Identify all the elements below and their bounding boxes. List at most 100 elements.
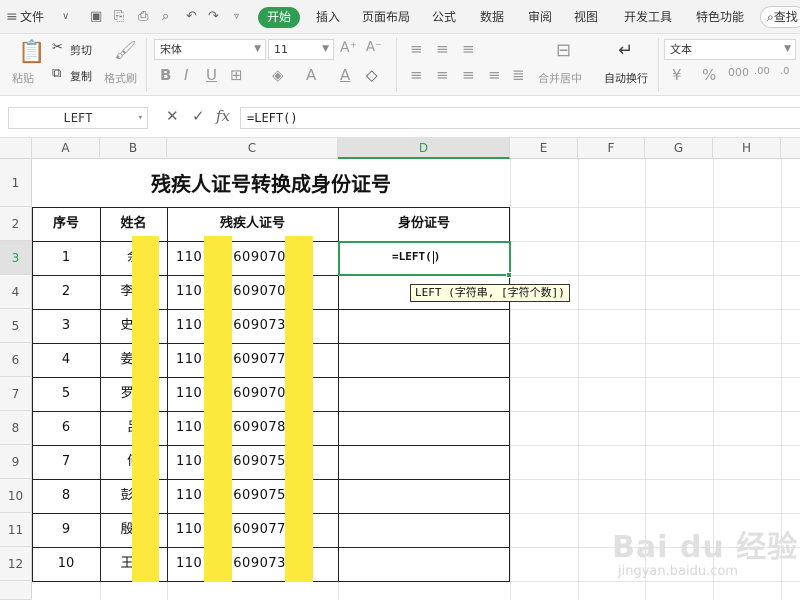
paste-label[interactable]: 粘贴 <box>12 70 34 86</box>
increase-font-icon[interactable]: A⁺ <box>340 40 357 56</box>
tab-start[interactable]: 开始 <box>258 7 300 28</box>
tab-developer[interactable]: 开发工具 <box>624 8 672 25</box>
column-header-f[interactable]: F <box>578 138 645 159</box>
cell-seq[interactable]: 8 <box>32 479 100 513</box>
copy-button[interactable]: 复制 <box>70 68 92 84</box>
increase-decimal-icon[interactable]: .00 <box>754 66 770 77</box>
font-color-icon[interactable]: A <box>306 66 316 84</box>
formula-input[interactable]: =LEFT() <box>240 107 800 129</box>
justify-icon[interactable]: ≡ <box>488 66 501 84</box>
column-header-a[interactable]: A <box>32 138 100 159</box>
format-painter-icon[interactable]: 🖌 <box>114 40 137 61</box>
name-box[interactable]: LEFT ▾ <box>8 107 148 129</box>
underline-icon[interactable]: U <box>206 66 217 84</box>
column-header-e[interactable]: E <box>510 138 578 159</box>
cell-seq[interactable]: 2 <box>32 275 100 309</box>
wrap-text-button[interactable]: 自动换行 <box>604 70 648 86</box>
distributed-icon[interactable]: ≣ <box>512 66 525 84</box>
row-header-13[interactable] <box>0 581 32 600</box>
row-header-2[interactable]: 2 <box>0 207 32 241</box>
merge-center-button[interactable]: 合并居中 <box>538 70 582 86</box>
row-header-4[interactable]: 4 <box>0 275 32 309</box>
font-size-select[interactable]: 11 ▼ <box>268 39 334 60</box>
paste-icon[interactable]: 📋 <box>18 40 45 65</box>
tab-review[interactable]: 审阅 <box>528 8 552 25</box>
italic-icon[interactable]: I <box>184 66 188 84</box>
row-header-7[interactable]: 7 <box>0 377 32 411</box>
print-icon[interactable]: ⎙ <box>138 9 148 24</box>
column-header-d[interactable]: D <box>338 138 510 159</box>
fill-handle[interactable] <box>506 272 512 278</box>
row-header-11[interactable]: 11 <box>0 513 32 547</box>
cell-seq[interactable]: 6 <box>32 411 100 445</box>
menu-icon[interactable]: ≡ <box>6 9 18 25</box>
cell-seq[interactable]: 9 <box>32 513 100 547</box>
save-icon[interactable]: ▣ <box>90 9 102 24</box>
file-menu[interactable]: 文件 <box>20 8 44 25</box>
customize-toolbar-icon[interactable]: ▿ <box>234 11 239 22</box>
row-header-1[interactable]: 1 <box>0 159 32 207</box>
row-header-10[interactable]: 10 <box>0 479 32 513</box>
wrap-text-icon[interactable]: ↵ <box>618 40 633 61</box>
tab-data[interactable]: 数据 <box>480 8 504 25</box>
fill-color-icon[interactable]: ◈ <box>272 66 284 84</box>
cancel-icon[interactable]: ✕ <box>166 107 179 125</box>
select-all-corner[interactable] <box>0 138 32 159</box>
align-left-icon[interactable]: ≡ <box>410 66 423 84</box>
decrease-font-icon[interactable]: A⁻ <box>366 40 382 55</box>
row-header-3[interactable]: 3 <box>0 241 32 275</box>
tab-page-layout[interactable]: 页面布局 <box>362 8 410 25</box>
align-right-icon[interactable]: ≡ <box>462 66 475 84</box>
cell-seq[interactable]: 1 <box>32 241 100 275</box>
cell-seq[interactable]: 4 <box>32 343 100 377</box>
column-header-h[interactable]: H <box>713 138 781 159</box>
header-seq[interactable]: 序号 <box>32 207 100 241</box>
bold-icon[interactable]: B <box>160 66 171 84</box>
thousands-icon[interactable]: 000 <box>728 66 749 79</box>
tab-special-features[interactable]: 特色功能 <box>696 8 744 25</box>
cut-button[interactable]: 剪切 <box>70 42 92 58</box>
column-header-c[interactable]: C <box>167 138 338 159</box>
merge-center-icon[interactable]: ⊟ <box>556 40 571 61</box>
currency-icon[interactable]: ¥ <box>672 66 682 84</box>
format-painter-button[interactable]: 格式刷 <box>104 70 137 86</box>
align-top-icon[interactable]: ≡ <box>410 40 423 58</box>
cell-seq[interactable]: 5 <box>32 377 100 411</box>
cell-seq[interactable]: 10 <box>32 547 100 581</box>
cell-seq[interactable]: 3 <box>32 309 100 343</box>
chevron-down-icon[interactable]: ∨ <box>62 11 69 22</box>
tab-formulas[interactable]: 公式 <box>432 8 456 25</box>
column-header-b[interactable]: B <box>100 138 167 159</box>
row-header-9[interactable]: 9 <box>0 445 32 479</box>
font-name-select[interactable]: 宋体 ▼ <box>154 39 266 60</box>
search-box[interactable]: ⌕查找 <box>760 6 800 28</box>
align-bottom-icon[interactable]: ≡ <box>462 40 475 58</box>
decrease-decimal-icon[interactable]: .0 <box>780 66 790 77</box>
border-icon[interactable]: ⊞ <box>230 66 243 84</box>
row-header-5[interactable]: 5 <box>0 309 32 343</box>
row-header-6[interactable]: 6 <box>0 343 32 377</box>
clear-format-icon[interactable]: ◇ <box>366 66 378 84</box>
confirm-icon[interactable]: ✓ <box>192 107 205 125</box>
tab-insert[interactable]: 插入 <box>316 8 340 25</box>
cut-icon[interactable]: ✂ <box>52 40 63 55</box>
cell-seq[interactable]: 7 <box>32 445 100 479</box>
number-format-select[interactable]: 文本 ▼ <box>664 39 796 60</box>
align-center-icon[interactable]: ≡ <box>436 66 449 84</box>
column-header-g[interactable]: G <box>645 138 713 159</box>
redo-icon[interactable]: ↷ <box>208 9 219 24</box>
align-middle-icon[interactable]: ≡ <box>436 40 449 58</box>
header-id-number[interactable]: 身份证号 <box>338 207 510 241</box>
cell-edit-text[interactable]: =LEFT() <box>392 250 440 264</box>
sheet-title[interactable]: 残疾人证号转换成身份证号 <box>32 159 510 209</box>
export-pdf-icon[interactable]: ⎘ <box>114 9 124 24</box>
undo-icon[interactable]: ↶ <box>186 9 197 24</box>
percent-icon[interactable]: % <box>702 66 716 84</box>
copy-icon[interactable]: ⧉ <box>52 66 61 81</box>
tab-view[interactable]: 视图 <box>574 8 598 25</box>
row-header-8[interactable]: 8 <box>0 411 32 445</box>
text-color-icon[interactable]: A <box>340 66 350 84</box>
insert-function-icon[interactable]: fx <box>216 107 230 125</box>
row-header-12[interactable]: 12 <box>0 547 32 581</box>
print-preview-icon[interactable]: ⌕ <box>162 9 169 24</box>
